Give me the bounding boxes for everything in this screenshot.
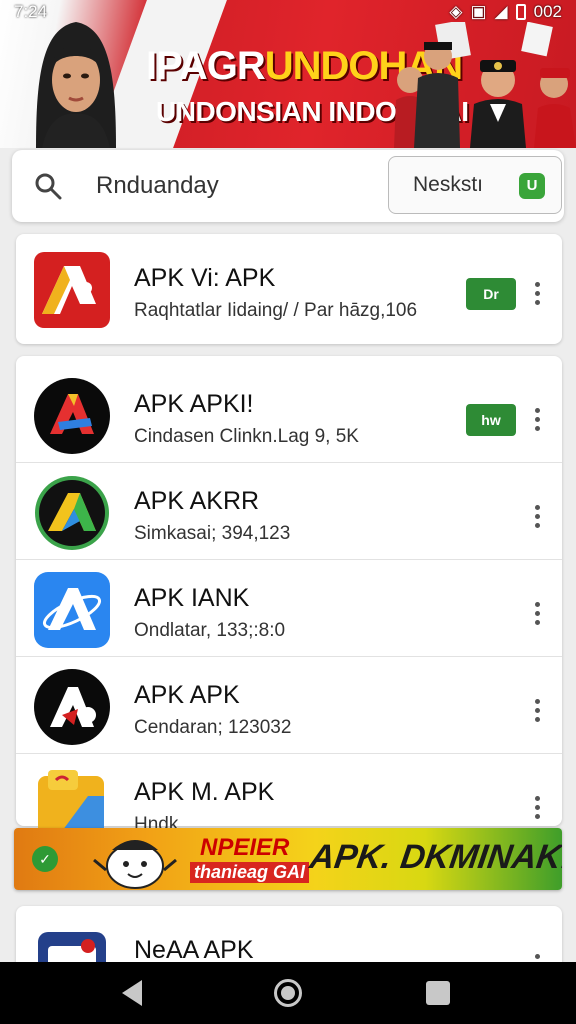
app-name: APK M. APK	[134, 778, 275, 806]
more-options-icon[interactable]	[532, 282, 542, 308]
more-options-icon[interactable]	[532, 699, 542, 725]
more-options-icon[interactable]	[532, 602, 542, 628]
search-icon[interactable]	[34, 172, 62, 200]
banner-people-illustration	[394, 22, 576, 148]
app-name: APK IANK	[134, 584, 250, 612]
app-icon-red-a	[34, 252, 110, 328]
search-bar[interactable]: Rnduanday Neskstı U	[12, 150, 564, 222]
app-details: Cindasen Clinkn.Lag 9, 5K	[134, 426, 359, 447]
ad-banner[interactable]: ✓ NPEIER thanieag GAI APK. DKMINAK!	[14, 828, 562, 890]
featured-app-card[interactable]: APK Vi: APK Raqhtatlar Iidaing/ / Par hā…	[16, 234, 562, 344]
home-icon[interactable]	[274, 979, 302, 1007]
ad-subtitle: thanieag GAI	[190, 862, 310, 883]
list-item[interactable]: APK AKRR Simkasai; 394,123	[16, 463, 562, 560]
search-input[interactable]: Rnduanday	[96, 172, 219, 200]
app-icon-black-a	[34, 378, 110, 454]
banner-woman-illustration	[36, 22, 116, 148]
notification-icon: ▣	[470, 2, 487, 21]
list-item[interactable]: APK APKI! Cindasen Clinkn.Lag 9, 5K hw	[16, 366, 562, 463]
app-details: Ondlatar, 133;:8:0	[134, 620, 286, 641]
filter-button[interactable]: Neskstı U	[388, 156, 562, 214]
app-name: APK AKRR	[134, 487, 260, 515]
app-name: APK Vi: APK	[134, 264, 276, 292]
app-details: Cendaran; 123032	[134, 717, 292, 738]
list-item[interactable]: APK IANK Ondlatar, 133;:8:0	[16, 560, 562, 657]
app-name: NeAA APK	[134, 936, 254, 964]
recent-apps-icon[interactable]	[426, 981, 450, 1005]
filter-label: Neskstı	[413, 173, 484, 196]
back-icon[interactable]	[122, 980, 142, 1006]
app-icon-blue-a	[34, 572, 110, 648]
wifi-icon: ◢	[494, 2, 508, 21]
list-item[interactable]: APK APK Cendaran; 123032	[16, 657, 562, 754]
status-time: 7:24	[14, 2, 48, 21]
app-list: APK APKI! Cindasen Clinkn.Lag 9, 5K hw A…	[16, 356, 562, 842]
more-options-icon[interactable]	[532, 408, 542, 434]
app-name: APK APKI!	[134, 390, 254, 418]
app-details: Simkasai; 394,123	[134, 523, 291, 544]
app-icon-black-white	[34, 669, 110, 745]
status-bar: 7:24 ◈ ▣ ◢ 002	[0, 0, 576, 24]
status-right-text: 002	[533, 2, 562, 21]
app-name: APK APK	[134, 681, 240, 709]
ad-title: NPEIER	[200, 834, 290, 861]
leaf-icon: ✓	[32, 846, 58, 872]
system-nav-bar	[0, 962, 576, 1024]
list-item[interactable]: APK Vi: APK Raqhtatlar Iidaing/ / Par hā…	[16, 240, 562, 337]
ad-headline: APK. DKMINAK!	[307, 838, 562, 876]
app-icon-green-ring	[35, 476, 109, 550]
filter-icon: U	[519, 173, 545, 199]
battery-icon	[515, 4, 526, 20]
more-options-icon[interactable]	[532, 505, 542, 531]
install-button[interactable]: hw	[466, 404, 516, 436]
app-details: Raqhtatlar Iidaing/ / Par hāzg,106	[134, 300, 418, 321]
signal-icon: ◈	[449, 2, 463, 21]
install-button[interactable]: Dr	[466, 278, 516, 310]
status-icons: ◈ ▣ ◢ 002	[449, 2, 562, 22]
more-options-icon[interactable]	[532, 796, 542, 822]
ad-mascot-illustration	[93, 840, 177, 889]
